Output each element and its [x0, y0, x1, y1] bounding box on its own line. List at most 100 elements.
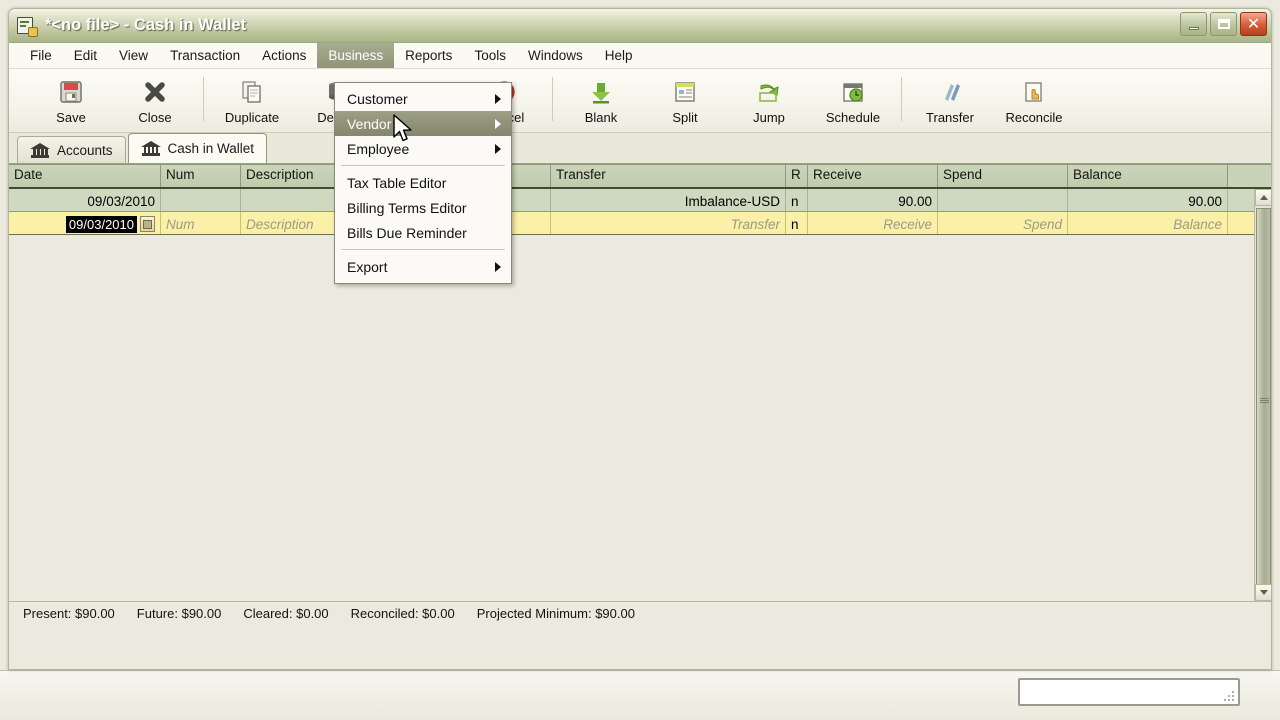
- close-button[interactable]: ✕: [1240, 12, 1267, 36]
- toolbar-transfer-button[interactable]: Transfer: [908, 73, 992, 125]
- cell-date-editor[interactable]: 09/03/2010: [9, 212, 161, 234]
- date-picker-button[interactable]: [140, 216, 155, 232]
- menu-item-employee-label: Employee: [347, 141, 409, 157]
- toolbar-save-button[interactable]: Save: [29, 73, 113, 125]
- menu-separator-2: [341, 249, 505, 250]
- down-arrow-icon: [588, 76, 614, 108]
- menu-item-export-label: Export: [347, 259, 387, 275]
- cell-num[interactable]: [161, 189, 241, 211]
- column-header-spend[interactable]: Spend: [938, 165, 1068, 187]
- register-vertical-scrollbar[interactable]: [1254, 189, 1271, 601]
- cell-spend[interactable]: [938, 189, 1068, 211]
- tab-accounts[interactable]: Accounts: [17, 136, 126, 163]
- transfer-arrows-icon: [937, 76, 963, 108]
- menu-edit[interactable]: Edit: [63, 43, 108, 68]
- cell-spend-placeholder[interactable]: Spend: [938, 212, 1068, 234]
- tab-strip: Accounts Cash in Wallet: [9, 133, 1271, 164]
- menu-reports[interactable]: Reports: [394, 43, 463, 68]
- status-cleared: Cleared: $0.00: [243, 606, 328, 621]
- tab-cash-in-wallet-label: Cash in Wallet: [168, 141, 255, 156]
- cell-receive[interactable]: 90.00: [808, 189, 938, 211]
- minimize-button[interactable]: [1180, 12, 1207, 36]
- chevron-right-icon: [495, 144, 501, 154]
- menu-item-billing-terms-editor[interactable]: Billing Terms Editor: [335, 195, 511, 220]
- toolbar-duplicate-button[interactable]: Duplicate: [210, 73, 294, 125]
- toolbar-reconcile-button[interactable]: Reconcile: [992, 73, 1076, 125]
- menu-transaction[interactable]: Transaction: [159, 43, 251, 68]
- menu-item-tax-table-editor-label: Tax Table Editor: [347, 175, 446, 191]
- menu-item-bills-due-reminder-label: Bills Due Reminder: [347, 225, 467, 241]
- menu-business[interactable]: Business: [317, 43, 394, 68]
- window-controls: ✕: [1180, 12, 1267, 36]
- resize-grip-icon[interactable]: [1220, 687, 1234, 701]
- x-cross-icon: [142, 76, 168, 108]
- cell-transfer-placeholder[interactable]: Transfer: [551, 212, 786, 234]
- menu-item-billing-terms-editor-label: Billing Terms Editor: [347, 200, 467, 216]
- cell-reconcile-flag[interactable]: n: [786, 212, 808, 234]
- status-present: Present: $90.00: [23, 606, 115, 621]
- register-header-row: Date Num Description Transfer R Receive …: [9, 165, 1271, 189]
- menu-item-bills-due-reminder[interactable]: Bills Due Reminder: [335, 220, 511, 245]
- cell-balance[interactable]: 90.00: [1068, 189, 1228, 211]
- toolbar-jump-button[interactable]: Jump: [727, 73, 811, 125]
- cell-reconcile-flag[interactable]: n: [786, 189, 808, 211]
- application-window: *<no file> - Cash in Wallet ✕ File Edit …: [8, 8, 1272, 670]
- column-header-transfer[interactable]: Transfer: [551, 165, 786, 187]
- column-header-num[interactable]: Num: [161, 165, 241, 187]
- cell-transfer[interactable]: Imbalance-USD: [551, 189, 786, 211]
- menu-windows[interactable]: Windows: [517, 43, 594, 68]
- menu-item-vendor[interactable]: Vendor: [335, 111, 511, 136]
- column-header-receive[interactable]: Receive: [808, 165, 938, 187]
- toolbar-blank-button[interactable]: Blank: [559, 73, 643, 125]
- table-row[interactable]: 09/03/2010 Imbalance-USD n 90.00 90.00: [9, 189, 1271, 212]
- cell-num-placeholder[interactable]: Num: [161, 212, 241, 234]
- toolbar-close-button[interactable]: Close: [113, 73, 197, 125]
- menu-tools[interactable]: Tools: [463, 43, 517, 68]
- chevron-right-icon: [495, 262, 501, 272]
- menu-help[interactable]: Help: [594, 43, 644, 68]
- scroll-up-button[interactable]: [1255, 189, 1272, 206]
- status-bar: Present: $90.00 Future: $90.00 Cleared: …: [9, 601, 1271, 625]
- menu-view[interactable]: View: [108, 43, 159, 68]
- menu-item-export[interactable]: Export: [335, 254, 511, 279]
- toolbar-jump-label: Jump: [753, 110, 785, 125]
- menu-file[interactable]: File: [19, 43, 63, 68]
- column-header-balance[interactable]: Balance: [1068, 165, 1228, 187]
- menu-edit-label: Edit: [74, 48, 97, 63]
- toolbar-schedule-label: Schedule: [826, 110, 880, 125]
- table-row-editing[interactable]: 09/03/2010 Num Description Transfer n Re…: [9, 212, 1271, 235]
- chevron-right-icon: [495, 94, 501, 104]
- scroll-down-button[interactable]: [1255, 584, 1272, 601]
- toolbar-separator-1: [203, 77, 204, 121]
- menu-item-customer[interactable]: Customer: [335, 86, 511, 111]
- toolbar-duplicate-label: Duplicate: [225, 110, 279, 125]
- menu-actions[interactable]: Actions: [251, 43, 317, 68]
- menu-item-customer-label: Customer: [347, 91, 408, 107]
- bank-icon: [30, 143, 50, 158]
- maximize-button[interactable]: [1210, 12, 1237, 36]
- column-header-r[interactable]: R: [786, 165, 808, 187]
- cell-balance-placeholder[interactable]: Balance: [1068, 212, 1228, 234]
- menu-reports-label: Reports: [405, 48, 452, 63]
- toolbar-separator-3: [901, 77, 902, 121]
- toolbar-schedule-button[interactable]: Schedule: [811, 73, 895, 125]
- menu-file-label: File: [30, 48, 52, 63]
- cell-receive-placeholder[interactable]: Receive: [808, 212, 938, 234]
- toolbar-close-label: Close: [138, 110, 171, 125]
- bank-icon: [141, 141, 161, 156]
- menu-bar: File Edit View Transaction Actions Busin…: [9, 43, 1271, 69]
- transaction-register: Date Num Description Transfer R Receive …: [9, 164, 1271, 601]
- document-lock-icon: [17, 16, 37, 36]
- bottom-text-input[interactable]: [1018, 678, 1240, 706]
- tab-cash-in-wallet[interactable]: Cash in Wallet: [128, 133, 268, 163]
- menu-item-tax-table-editor[interactable]: Tax Table Editor: [335, 170, 511, 195]
- tab-accounts-label: Accounts: [57, 143, 113, 158]
- date-input-selected-text[interactable]: 09/03/2010: [66, 216, 137, 233]
- toolbar-split-button[interactable]: Split: [643, 73, 727, 125]
- scrollbar-thumb[interactable]: [1256, 208, 1271, 588]
- cell-date[interactable]: 09/03/2010: [9, 189, 161, 211]
- column-header-date[interactable]: Date: [9, 165, 161, 187]
- scrollbar-grip-icon: [1260, 398, 1269, 403]
- title-bar[interactable]: *<no file> - Cash in Wallet ✕: [9, 9, 1271, 43]
- menu-item-employee[interactable]: Employee: [335, 136, 511, 161]
